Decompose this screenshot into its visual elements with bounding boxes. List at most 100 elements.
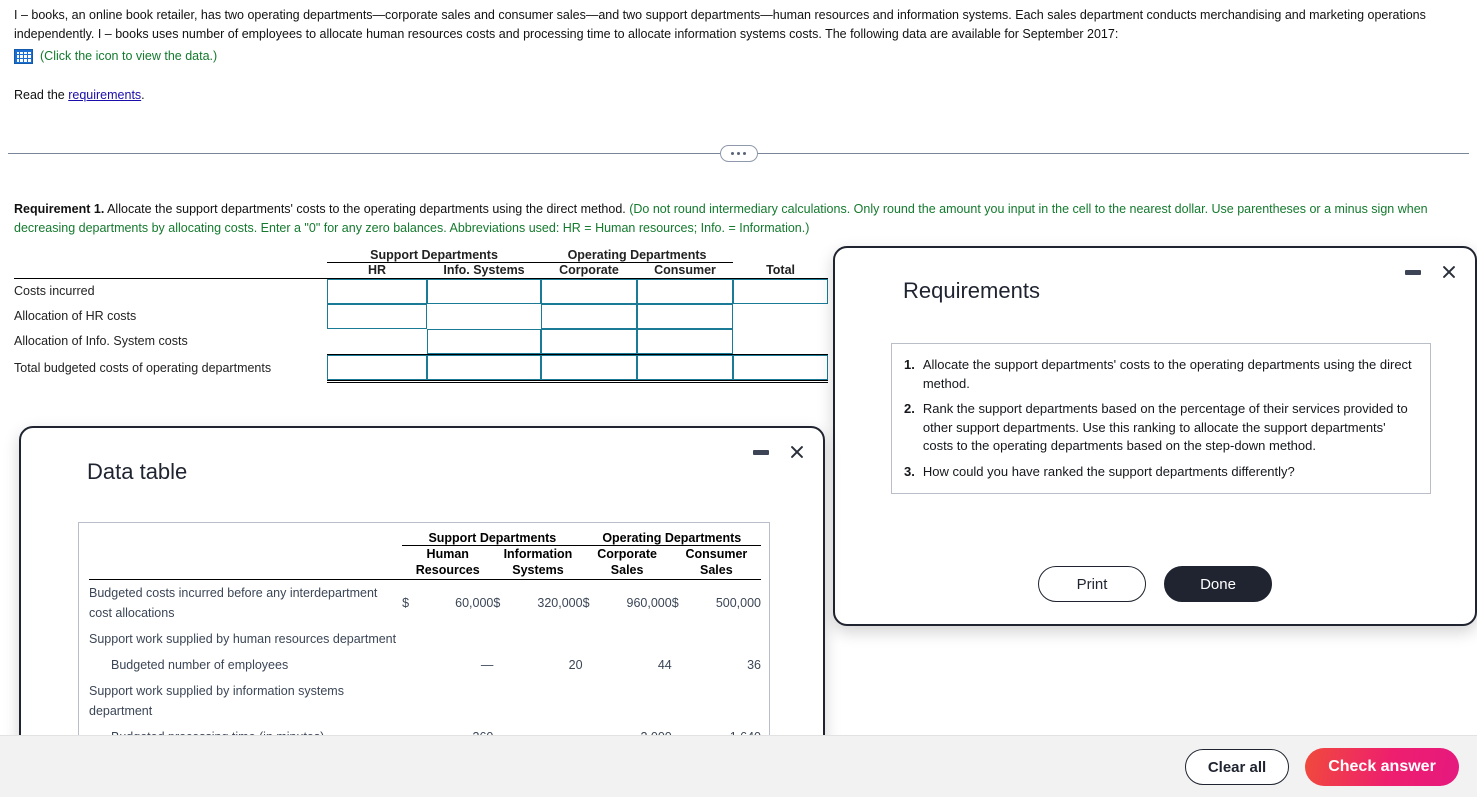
cell-costs-info[interactable] <box>427 278 542 304</box>
allocation-answer-table: Support Departments Operating Department… <box>14 248 829 383</box>
cell-costs-total[interactable] <box>733 278 829 304</box>
input-cell[interactable] <box>541 328 638 354</box>
cell-hr-alloc-info <box>427 304 541 329</box>
cell-hr-alloc-consumer[interactable] <box>637 303 734 329</box>
read-requirements-line: Read the requirements. <box>14 88 145 102</box>
dt-currency-consumer: $ <box>671 595 679 610</box>
input-cell[interactable] <box>327 278 427 304</box>
requirements-link[interactable]: requirements <box>68 88 141 102</box>
data-table-grid-icon[interactable] <box>14 49 33 64</box>
requirements-window-controls <box>1405 262 1459 282</box>
close-icon[interactable] <box>1439 262 1459 282</box>
cell-info-alloc-info[interactable] <box>427 328 542 355</box>
list-item: 1. Allocate the support departments' cos… <box>904 356 1416 393</box>
cell-info-alloc-consumer[interactable] <box>637 328 734 355</box>
footer-bar: Clear all Check answer <box>0 735 1477 797</box>
dt-currency-info <box>493 678 505 724</box>
input-cell[interactable] <box>427 328 542 354</box>
row-label-allocation-hr: Allocation of HR costs <box>14 309 137 323</box>
requirement-number: 1. <box>904 357 915 372</box>
cell-total-corporate[interactable] <box>541 354 638 383</box>
done-button[interactable]: Done <box>1164 566 1272 602</box>
dt-row-label-budgeted-costs: Budgeted costs incurred before any inter… <box>89 585 378 620</box>
requirements-list-box: 1. Allocate the support departments' cos… <box>891 343 1431 494</box>
cell-total-total[interactable] <box>733 354 829 383</box>
close-icon[interactable] <box>787 442 807 462</box>
cell-info-alloc-corporate[interactable] <box>541 328 638 355</box>
cell-costs-corporate[interactable] <box>541 278 638 304</box>
empty-cell <box>733 329 828 354</box>
cell-hr-alloc-corporate[interactable] <box>541 303 638 329</box>
group-header-operating: Operating Departments <box>541 248 734 263</box>
cell-info-alloc-total <box>733 328 829 355</box>
dt-col-header-line2: Resources <box>415 563 480 577</box>
dt-currency-corporate <box>583 626 595 652</box>
row-label-costs-incurred: Costs incurred <box>14 284 95 298</box>
dt-value-info: 20 <box>568 657 583 672</box>
problem-statement: I – books, an online book retailer, has … <box>14 6 1464 66</box>
dt-currency-corporate: $ <box>582 595 590 610</box>
minimize-icon[interactable] <box>753 449 769 455</box>
dt-currency-hr <box>402 678 417 724</box>
list-item: 2. Rank the support departments based on… <box>904 400 1416 456</box>
cell-total-consumer[interactable] <box>637 354 734 383</box>
col-header-corporate: Corporate <box>559 263 619 277</box>
data-table-dialog-title: Data table <box>87 459 188 484</box>
table-row: Total budgeted costs of operating depart… <box>14 354 829 383</box>
dt-value-hr: — <box>480 657 494 672</box>
input-cell[interactable] <box>733 354 829 380</box>
requirement-1-text: Allocate the support departments' costs … <box>104 202 630 216</box>
footer-actions: Clear all Check answer <box>1185 748 1459 786</box>
dt-value-info <box>506 678 583 724</box>
input-cell[interactable] <box>327 354 427 380</box>
table-row: Budgeted number of employees — 20 44 36 <box>89 652 761 678</box>
dt-col-header-line1: Corporate <box>597 547 657 561</box>
dt-row-label-support-hr: Support work supplied by human resources… <box>89 631 397 646</box>
minimize-icon[interactable] <box>1405 269 1421 275</box>
cell-total-info[interactable] <box>427 354 542 383</box>
requirement-text: How could you have ranked the support de… <box>922 463 1295 479</box>
input-cell[interactable] <box>733 278 829 304</box>
column-header-row: HR Info. Systems Corporate Consumer Tota… <box>14 263 828 277</box>
clear-all-button[interactable]: Clear all <box>1185 749 1289 785</box>
requirements-dialog-actions: Print Done <box>835 566 1475 602</box>
dt-col-header-line2: Systems <box>512 563 564 577</box>
input-cell[interactable] <box>427 278 542 304</box>
dt-col-header-human-resources: Human Resources <box>402 546 493 579</box>
dt-currency-consumer <box>672 678 684 724</box>
data-icon-line: (Click the icon to view the data.) <box>14 47 1464 66</box>
input-cell[interactable] <box>541 278 638 304</box>
dt-row-label-employees: Budgeted number of employees <box>111 657 289 672</box>
empty-cell <box>733 304 828 329</box>
cell-total-hr[interactable] <box>327 354 427 383</box>
cell-hr-alloc-hr[interactable] <box>327 303 427 329</box>
input-cell[interactable] <box>637 354 734 380</box>
dt-col-header-line1: Information <box>503 547 573 561</box>
read-prefix: Read the <box>14 88 69 102</box>
cell-costs-consumer[interactable] <box>637 278 734 304</box>
empty-cell <box>327 329 427 354</box>
list-item: 3. How could you have ranked the support… <box>904 463 1416 482</box>
expand-collapse-ellipsis-button[interactable] <box>719 145 758 162</box>
dt-col-header-line1: Consumer <box>685 547 748 561</box>
row-label-allocation-info: Allocation of Info. System costs <box>14 334 188 349</box>
dt-group-header-support: Support Departments <box>402 531 583 546</box>
input-cell[interactable] <box>427 354 542 380</box>
dt-col-header-line2: Sales <box>700 563 733 577</box>
input-cell[interactable] <box>541 354 638 380</box>
input-cell[interactable] <box>637 303 734 329</box>
input-cell[interactable] <box>327 303 427 329</box>
view-data-hint[interactable]: (Click the icon to view the data.) <box>40 47 217 66</box>
dt-value-hr <box>417 626 494 652</box>
check-answer-button[interactable]: Check answer <box>1305 748 1459 786</box>
requirements-dialog-title: Requirements <box>903 278 1040 303</box>
input-cell[interactable] <box>637 328 734 354</box>
dt-value-corporate <box>595 626 672 652</box>
cell-costs-hr[interactable] <box>327 278 427 304</box>
input-cell[interactable] <box>541 303 638 329</box>
dt-col-header-information-systems: Information Systems <box>493 546 582 579</box>
requirements-dialog: Requirements 1. Allocate the support dep… <box>833 246 1477 626</box>
input-cell[interactable] <box>637 278 734 304</box>
print-button[interactable]: Print <box>1038 566 1146 602</box>
requirement-text: Rank the support departments based on th… <box>922 401 1408 453</box>
